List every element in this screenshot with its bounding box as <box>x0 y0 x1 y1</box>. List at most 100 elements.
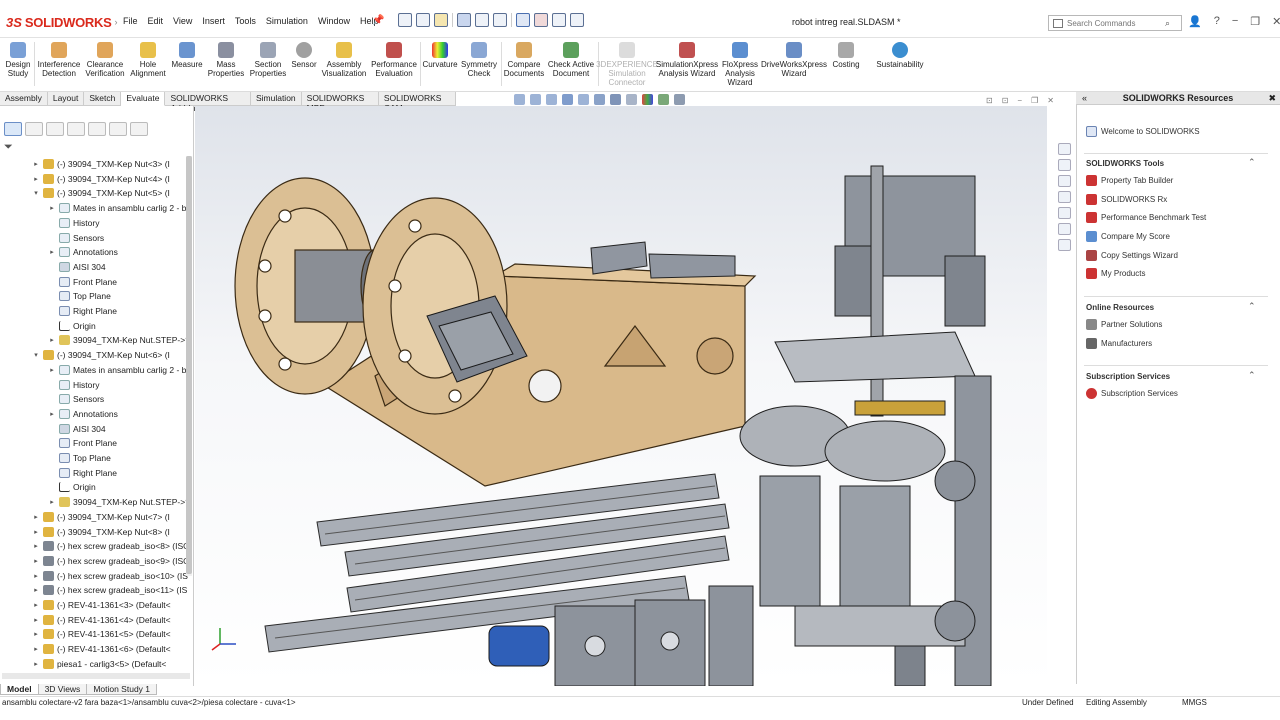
measure-button[interactable]: Measure <box>170 42 204 69</box>
dynamic-annotation-icon[interactable] <box>578 94 589 105</box>
tab-evaluate[interactable]: Evaluate <box>121 92 166 106</box>
search-commands-box[interactable]: ⌕ <box>1048 15 1182 31</box>
expand-arrow-icon[interactable]: ▸ <box>48 366 56 374</box>
view-orientation-icon[interactable] <box>594 94 605 105</box>
viewport-restore-icon[interactable]: ❐ <box>1031 96 1038 105</box>
resources-home-icon[interactable] <box>1058 143 1071 155</box>
select-pointer-icon[interactable] <box>516 13 530 27</box>
viewport-next-icon[interactable]: ⊡ <box>1002 96 1009 105</box>
tree-item[interactable]: ▸ 39094_TXM-Kep Nut.STEP->? <box>48 333 188 347</box>
tab-model[interactable]: Model <box>0 684 39 695</box>
interference-detection-button[interactable]: Interference Detection <box>36 42 82 78</box>
tree-item[interactable]: ▸ (-) hex screw gradeab_iso<11> (IS <box>32 583 187 597</box>
tree-item[interactable]: AISI 304 <box>48 422 106 436</box>
link-compare-my-score[interactable]: Compare My Score <box>1086 231 1170 242</box>
search-input[interactable] <box>1067 18 1161 28</box>
tab-assembly[interactable]: Assembly <box>0 92 48 106</box>
tree-item[interactable]: AISI 304 <box>48 260 106 274</box>
tree-item[interactable]: ▸ (-) REV-41-1361<6> (Default< <box>32 642 171 656</box>
new-document-icon[interactable] <box>416 13 430 27</box>
expand-arrow-icon[interactable]: ▸ <box>48 248 56 256</box>
appearances-icon[interactable] <box>1058 207 1071 219</box>
graphics-area[interactable] <box>195 106 1047 686</box>
symmetry-check-button[interactable]: Symmetry Check <box>460 42 498 78</box>
view-palette-icon[interactable] <box>1058 191 1071 203</box>
expand-arrow-icon[interactable]: ▸ <box>32 660 40 668</box>
collapse-arrow-icon[interactable]: ▾ <box>32 351 40 359</box>
minimize-icon[interactable]: − <box>1232 15 1238 28</box>
chevron-up-icon[interactable]: ⌃ <box>1248 301 1256 312</box>
tree-item[interactable]: ▾ (-) 39094_TXM-Kep Nut<6> (I <box>32 348 170 362</box>
simulationxpress-button[interactable]: SimulationXpress Analysis Wizard <box>656 42 718 78</box>
hole-alignment-button[interactable]: Hole Alignment <box>128 42 168 78</box>
link-manufacturers[interactable]: Manufacturers <box>1086 338 1152 349</box>
menu-view[interactable]: View <box>168 16 197 26</box>
pin-pane-icon[interactable]: ✖ <box>1268 92 1276 104</box>
viewport-close-icon[interactable]: ✕ <box>1047 96 1054 105</box>
custom-properties-icon[interactable] <box>1058 223 1071 235</box>
expand-arrow-icon[interactable]: ▸ <box>32 586 40 594</box>
expand-arrow-icon[interactable]: ▸ <box>32 616 40 624</box>
tree-item[interactable]: Sensors <box>48 392 104 406</box>
tree-item[interactable]: ▸ (-) 39094_TXM-Kep Nut<4> (I <box>32 172 170 186</box>
home-icon[interactable] <box>398 13 412 27</box>
tab-solidworks-add-ins[interactable]: SOLIDWORKS Add-Ins <box>165 92 251 113</box>
performance-evaluation-button[interactable]: Performance Evaluation <box>370 42 418 78</box>
filter-icon[interactable]: ⏷ <box>4 141 13 154</box>
search-icon[interactable]: ⌕ <box>1165 18 1170 29</box>
undo-icon[interactable] <box>493 13 507 27</box>
tree-item[interactable]: ▸ (-) 39094_TXM-Kep Nut<3> (I <box>32 157 170 171</box>
assembly-visualization-button[interactable]: Assembly Visualization <box>320 42 368 78</box>
zoom-to-fit-icon[interactable] <box>514 94 525 105</box>
file-explorer-icon[interactable] <box>1058 175 1071 187</box>
expand-arrow-icon[interactable]: ▸ <box>32 645 40 653</box>
print-icon[interactable] <box>475 13 489 27</box>
expand-arrow-icon[interactable]: ▸ <box>48 498 56 506</box>
tree-item[interactable]: Right Plane <box>48 304 117 318</box>
user-icon[interactable]: 👤 <box>1188 15 1202 28</box>
previous-view-icon[interactable] <box>546 94 557 105</box>
open-folder-icon[interactable] <box>434 13 448 27</box>
menu-simulation[interactable]: Simulation <box>261 16 313 26</box>
chevron-up-icon[interactable]: ⌃ <box>1248 157 1256 168</box>
solidworks-forum-icon[interactable] <box>1058 239 1071 251</box>
costing-button[interactable]: Costing <box>828 42 864 69</box>
menu-window[interactable]: Window <box>313 16 355 26</box>
tree-scrollbar-thumb[interactable] <box>186 156 192 574</box>
tree-item[interactable]: Front Plane <box>48 436 117 450</box>
tree-item[interactable]: ▸ Mates in ansamblu carlig 2 - b <box>48 363 186 377</box>
sensor-button[interactable]: Sensor <box>290 42 318 69</box>
expand-arrow-icon[interactable]: ▸ <box>32 572 40 580</box>
floxpress-button[interactable]: FloXpress Analysis Wizard <box>720 42 760 87</box>
tree-item[interactable]: ▸ Mates in ansamblu carlig 2 - b <box>48 201 186 215</box>
menu-insert[interactable]: Insert <box>197 16 230 26</box>
menu-file[interactable]: File <box>118 16 143 26</box>
options-gear-icon[interactable] <box>570 13 584 27</box>
tab-solidworks-cam[interactable]: SOLIDWORKS CAM <box>379 92 456 113</box>
propertymanager-tab-icon[interactable] <box>25 122 43 136</box>
link-solidworks-rx[interactable]: SOLIDWORKS Rx <box>1086 194 1167 205</box>
tab-simulation[interactable]: Simulation <box>251 92 302 106</box>
clearance-verification-button[interactable]: Clearance Verification <box>84 42 126 78</box>
hide-show-items-icon[interactable] <box>626 94 637 105</box>
save-icon[interactable] <box>457 13 471 27</box>
tree-item[interactable]: ▸ (-) 39094_TXM-Kep Nut<7> (I <box>32 510 170 524</box>
compare-documents-button[interactable]: Compare Documents <box>503 42 545 78</box>
solidworks-logo[interactable]: 3S SOLIDWORKS › <box>6 13 117 31</box>
viewport-minimize-icon[interactable]: − <box>1017 96 1022 105</box>
link-partner-solutions[interactable]: Partner Solutions <box>1086 319 1162 330</box>
tree-item[interactable]: Sensors <box>48 231 104 245</box>
expand-arrow-icon[interactable]: ▸ <box>32 160 40 168</box>
expand-arrow-icon[interactable]: ▸ <box>32 630 40 638</box>
link-property-tab-builder[interactable]: Property Tab Builder <box>1086 175 1173 186</box>
pin-icon[interactable]: 📌 <box>372 15 384 26</box>
welcome-link[interactable]: Welcome to SOLIDWORKS <box>1086 126 1200 137</box>
chevron-up-icon[interactable]: ⌃ <box>1248 370 1256 381</box>
traffic-light-icon[interactable] <box>534 13 548 27</box>
3dexperience-simulation-connector-button[interactable]: 3DEXPERIENCE Simulation Connector <box>596 42 658 87</box>
expand-arrow-icon[interactable]: ▸ <box>32 557 40 565</box>
expand-arrow-icon[interactable]: ▸ <box>32 528 40 536</box>
file-properties-icon[interactable] <box>552 13 566 27</box>
dimxpert-tab-icon[interactable] <box>67 122 85 136</box>
design-study-button[interactable]: Design Study <box>4 42 32 78</box>
